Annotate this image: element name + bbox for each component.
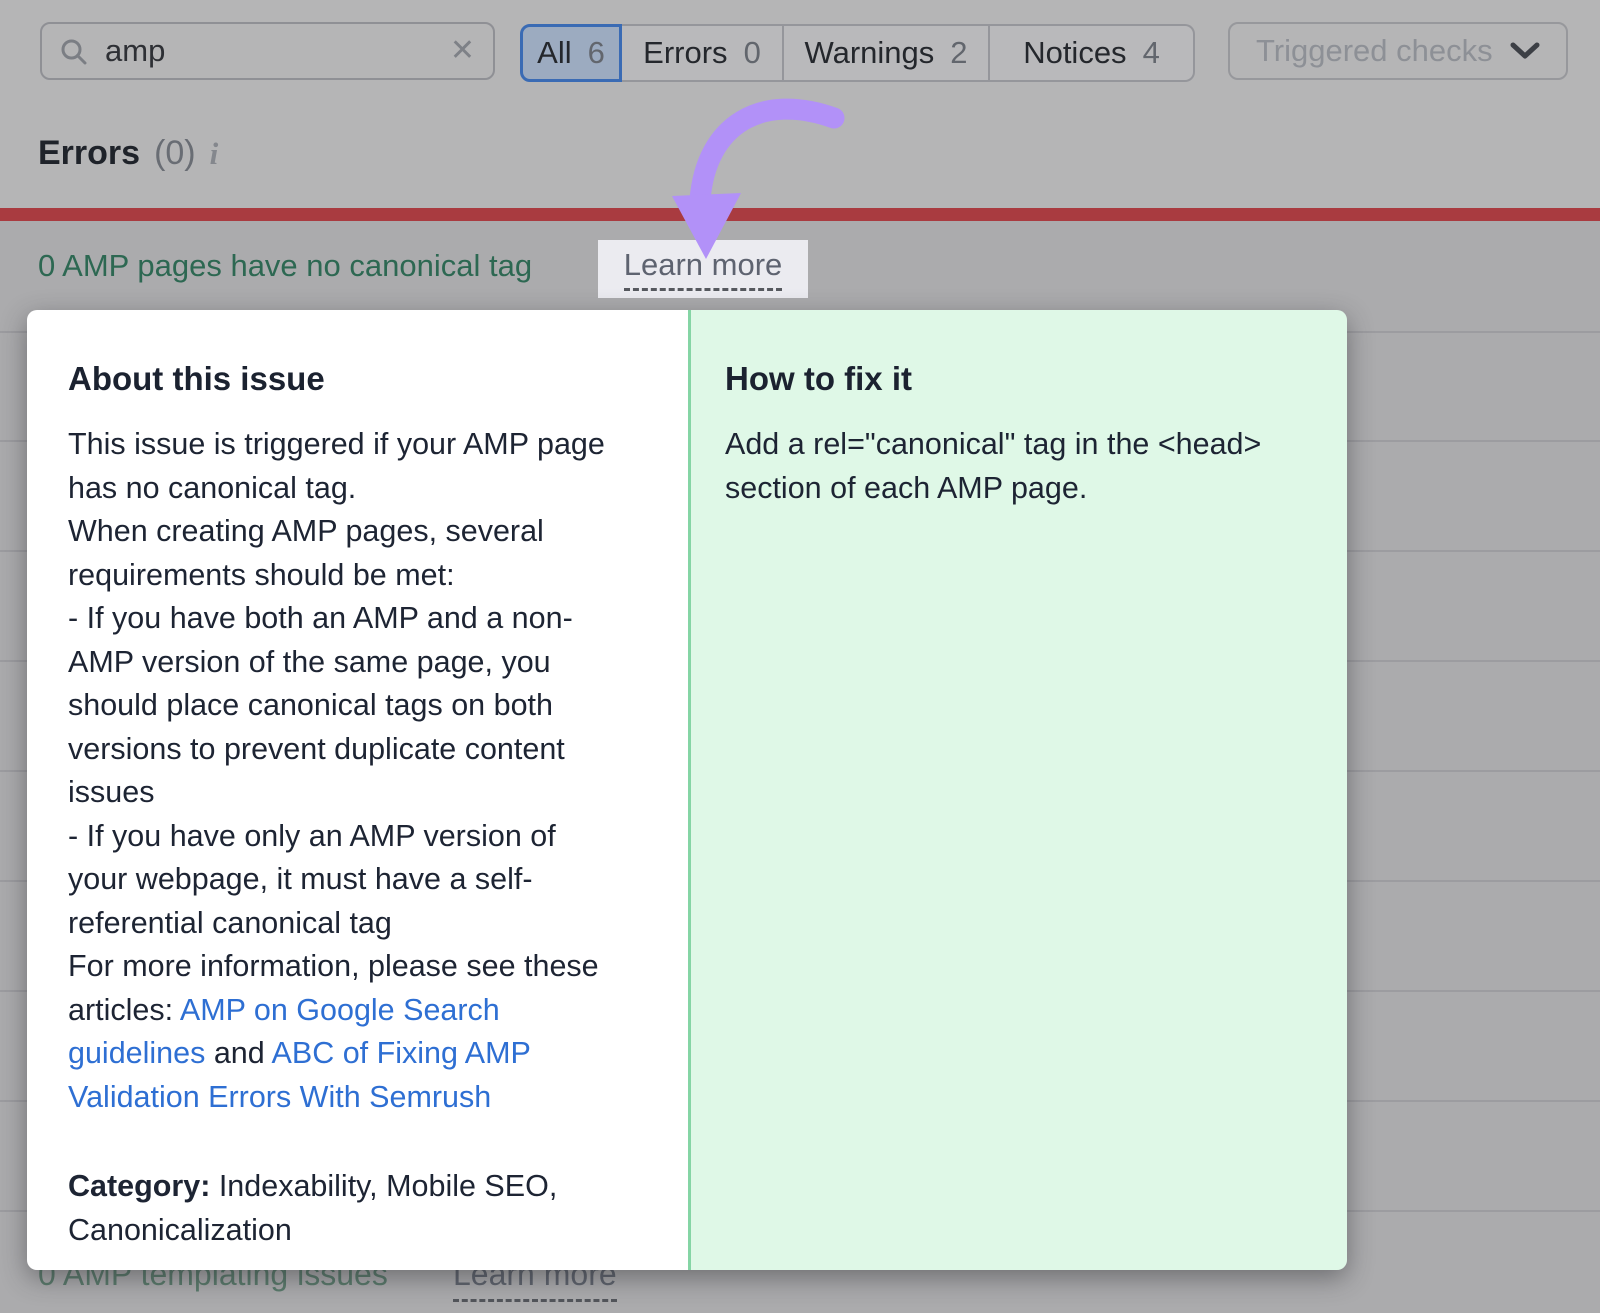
errors-section-heading: Errors (0) i [38,134,218,173]
how-to-fix-panel: How to fix it Add a rel="canonical" tag … [688,310,1347,1270]
search-input[interactable] [103,32,434,70]
section-count: (0) [154,134,196,173]
tab-count: 4 [1143,35,1160,71]
tab-notices[interactable]: Notices 4 [990,24,1195,82]
errors-section-divider [0,208,1600,221]
tab-count: 2 [950,35,967,71]
dropdown-label: Triggered checks [1256,33,1493,69]
search-icon [60,38,87,65]
tab-label: Notices [1023,35,1126,71]
category-label: Category: [68,1169,210,1203]
tab-label: Errors [643,35,727,71]
tab-count: 6 [588,35,605,71]
learn-more-link[interactable]: Learn more [598,240,808,298]
triggered-checks-dropdown[interactable]: Triggered checks [1228,22,1568,80]
chevron-down-icon [1510,42,1540,60]
category-row: Category: Indexability, Mobile SEO, Cano… [68,1165,658,1252]
about-this-issue-panel: About this issue This issue is triggered… [27,310,688,1270]
about-body: This issue is triggered if your AMP page… [68,423,658,1119]
fix-body: Add a rel="canonical" tag in the <head> … [725,423,1307,510]
tab-warnings[interactable]: Warnings 2 [784,24,990,82]
tab-count: 0 [744,35,761,71]
section-title: Errors [38,134,140,173]
tab-label: Warnings [804,35,934,71]
tab-errors[interactable]: Errors 0 [622,24,784,82]
issue-title: 0 AMP pages have no canonical tag [38,248,532,284]
tab-all[interactable]: All 6 [520,24,622,82]
issue-details-popup: About this issue This issue is triggered… [27,310,1347,1270]
tab-label: All [537,35,571,71]
about-title: About this issue [68,360,658,398]
search-input-container[interactable]: ✕ [40,22,495,80]
issue-filter-tabs: All 6 Errors 0 Warnings 2 Notices 4 [520,24,1195,82]
fix-title: How to fix it [725,360,1307,398]
learn-more-label: Learn more [624,247,783,291]
info-icon[interactable]: i [210,136,219,172]
clear-search-icon[interactable]: ✕ [450,36,475,66]
